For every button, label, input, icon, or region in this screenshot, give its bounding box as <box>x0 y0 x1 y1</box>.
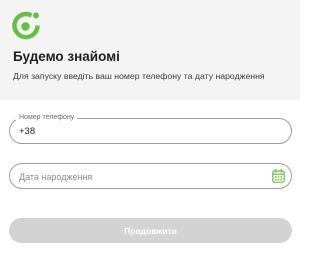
phone-input[interactable] <box>19 125 249 138</box>
continue-button[interactable]: Продовжити <box>9 218 292 243</box>
header-section: Будемо знайомі Для запуску введіть ваш н… <box>0 0 300 100</box>
page-subtitle: Для запуску введіть ваш номер телефону т… <box>13 71 265 81</box>
page-title: Будемо знайомі <box>13 49 120 64</box>
phone-field[interactable]: Номер телефону <box>9 113 292 144</box>
phone-field-label: Номер телефону <box>16 113 78 122</box>
bank-logo-icon <box>12 11 40 40</box>
calendar-icon[interactable] <box>272 169 285 183</box>
birth-date-input[interactable] <box>19 170 249 183</box>
birth-date-field[interactable] <box>9 163 292 189</box>
